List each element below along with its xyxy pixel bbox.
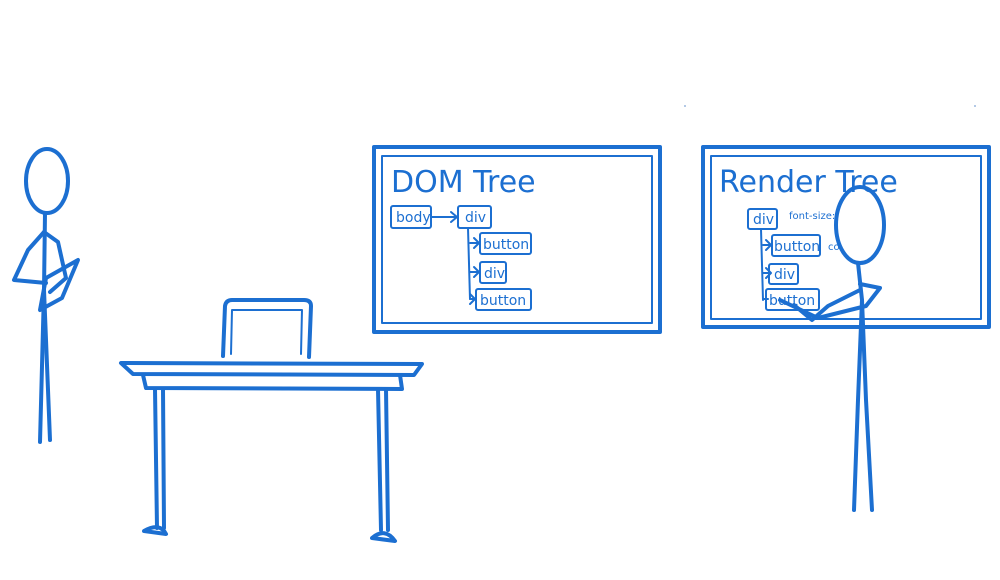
dom-node-button-1: button xyxy=(483,237,529,253)
laptop-icon xyxy=(221,298,313,359)
render-tree-board: Render Tree div font-size: button co div… xyxy=(701,145,991,329)
render-arrow-button-1 xyxy=(762,239,772,251)
dom-arrow-button-1 xyxy=(469,237,480,249)
render-tree-trunk xyxy=(760,228,764,301)
render-board-title: Render Tree xyxy=(719,165,898,200)
dom-arrow-button-2 xyxy=(469,293,476,305)
desk-top xyxy=(119,361,424,377)
dom-tree-board: DOM Tree body div button div button xyxy=(372,145,662,334)
dom-node-div-1: div xyxy=(465,210,486,226)
left-figure-arm-left xyxy=(12,230,48,285)
desk-foot-left xyxy=(142,525,168,536)
render-note-font-size: font-size: xyxy=(789,211,835,222)
desk-leg-left xyxy=(153,387,166,530)
dom-arrow-div-2 xyxy=(469,266,480,278)
desk-apron xyxy=(141,373,404,391)
dom-node-body: body xyxy=(396,210,431,226)
desk xyxy=(119,361,424,543)
render-node-div-2: div xyxy=(774,267,795,283)
render-node-button-1: button xyxy=(774,239,820,255)
left-stick-figure xyxy=(12,147,80,444)
ink-speck xyxy=(684,105,686,107)
right-figure-leg xyxy=(860,298,874,512)
left-figure-head xyxy=(24,147,70,215)
scene: DOM Tree body div button div button Rend… xyxy=(12,105,991,543)
dom-node-button-2: button xyxy=(480,293,526,309)
left-figure-leg xyxy=(42,288,52,442)
dom-tree-trunk xyxy=(467,227,471,300)
desk-foot-right xyxy=(370,531,397,543)
dom-board-title: DOM Tree xyxy=(391,165,536,200)
desk-leg-right xyxy=(376,387,390,532)
render-node-div-1: div xyxy=(753,212,774,228)
dom-node-div-2: div xyxy=(484,266,505,282)
ink-speck xyxy=(974,105,976,107)
dom-arrow-body-div xyxy=(430,211,458,223)
